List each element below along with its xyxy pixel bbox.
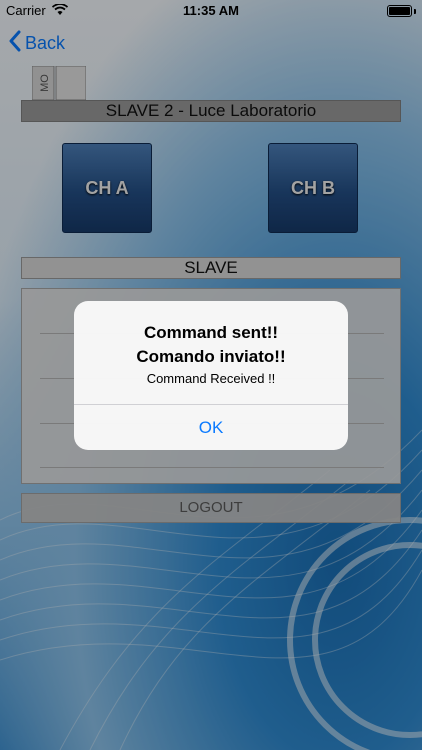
alert-dialog: Command sent!! Comando inviato!! Command… (74, 301, 348, 450)
alert-title: Command sent!! Comando inviato!! (74, 321, 348, 369)
alert-title-line-2: Comando inviato!! (136, 347, 286, 366)
alert-ok-button[interactable]: OK (74, 405, 348, 450)
alert-title-line-1: Command sent!! (143, 323, 279, 342)
alert-message: Command Received !! (146, 371, 276, 386)
